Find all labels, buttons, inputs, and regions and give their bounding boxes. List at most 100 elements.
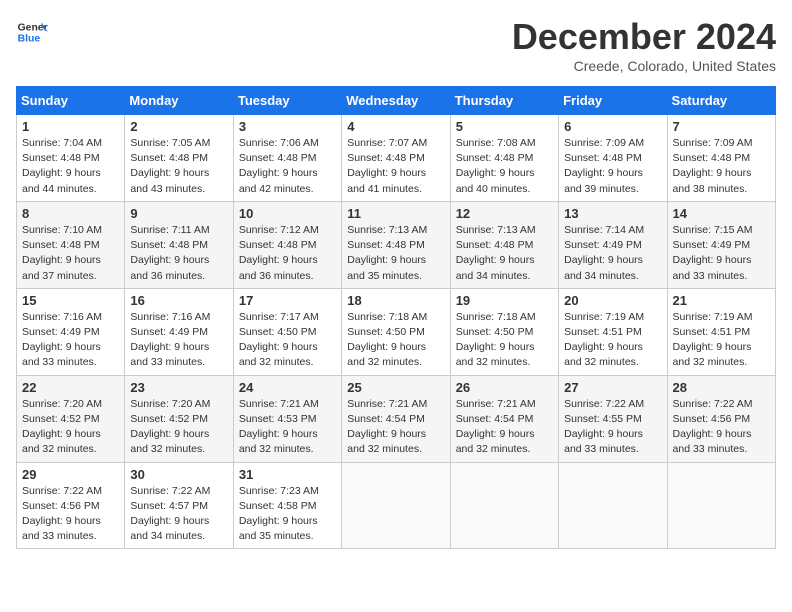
col-header-friday: Friday xyxy=(559,87,667,115)
calendar-cell: 15 Sunrise: 7:16 AMSunset: 4:49 PMDaylig… xyxy=(17,288,125,375)
calendar-cell: 8 Sunrise: 7:10 AMSunset: 4:48 PMDayligh… xyxy=(17,201,125,288)
calendar-cell: 7 Sunrise: 7:09 AMSunset: 4:48 PMDayligh… xyxy=(667,115,775,202)
calendar-cell: 14 Sunrise: 7:15 AMSunset: 4:49 PMDaylig… xyxy=(667,201,775,288)
cell-info: Sunrise: 7:22 AMSunset: 4:56 PMDaylight:… xyxy=(22,485,102,543)
day-number: 6 xyxy=(564,119,661,134)
day-number: 2 xyxy=(130,119,227,134)
calendar-cell: 28 Sunrise: 7:22 AMSunset: 4:56 PMDaylig… xyxy=(667,375,775,462)
col-header-saturday: Saturday xyxy=(667,87,775,115)
logo: General Blue xyxy=(16,16,48,48)
day-number: 14 xyxy=(673,206,770,221)
calendar-cell xyxy=(450,462,558,549)
cell-info: Sunrise: 7:21 AMSunset: 4:53 PMDaylight:… xyxy=(239,398,319,456)
day-number: 5 xyxy=(456,119,553,134)
week-row-4: 22 Sunrise: 7:20 AMSunset: 4:52 PMDaylig… xyxy=(17,375,776,462)
calendar-cell: 12 Sunrise: 7:13 AMSunset: 4:48 PMDaylig… xyxy=(450,201,558,288)
calendar-cell: 9 Sunrise: 7:11 AMSunset: 4:48 PMDayligh… xyxy=(125,201,233,288)
calendar-cell: 10 Sunrise: 7:12 AMSunset: 4:48 PMDaylig… xyxy=(233,201,341,288)
day-number: 13 xyxy=(564,206,661,221)
calendar-cell: 19 Sunrise: 7:18 AMSunset: 4:50 PMDaylig… xyxy=(450,288,558,375)
cell-info: Sunrise: 7:04 AMSunset: 4:48 PMDaylight:… xyxy=(22,137,102,195)
day-number: 28 xyxy=(673,380,770,395)
day-number: 16 xyxy=(130,293,227,308)
calendar-cell: 30 Sunrise: 7:22 AMSunset: 4:57 PMDaylig… xyxy=(125,462,233,549)
calendar-header-row: SundayMondayTuesdayWednesdayThursdayFrid… xyxy=(17,87,776,115)
cell-info: Sunrise: 7:21 AMSunset: 4:54 PMDaylight:… xyxy=(456,398,536,456)
calendar-cell: 1 Sunrise: 7:04 AMSunset: 4:48 PMDayligh… xyxy=(17,115,125,202)
cell-info: Sunrise: 7:14 AMSunset: 4:49 PMDaylight:… xyxy=(564,224,644,282)
col-header-sunday: Sunday xyxy=(17,87,125,115)
cell-info: Sunrise: 7:16 AMSunset: 4:49 PMDaylight:… xyxy=(130,311,210,369)
col-header-monday: Monday xyxy=(125,87,233,115)
day-number: 27 xyxy=(564,380,661,395)
calendar-cell: 11 Sunrise: 7:13 AMSunset: 4:48 PMDaylig… xyxy=(342,201,450,288)
calendar-cell: 26 Sunrise: 7:21 AMSunset: 4:54 PMDaylig… xyxy=(450,375,558,462)
day-number: 26 xyxy=(456,380,553,395)
cell-info: Sunrise: 7:20 AMSunset: 4:52 PMDaylight:… xyxy=(22,398,102,456)
cell-info: Sunrise: 7:18 AMSunset: 4:50 PMDaylight:… xyxy=(347,311,427,369)
day-number: 17 xyxy=(239,293,336,308)
day-number: 7 xyxy=(673,119,770,134)
cell-info: Sunrise: 7:11 AMSunset: 4:48 PMDaylight:… xyxy=(130,224,209,282)
calendar-cell: 22 Sunrise: 7:20 AMSunset: 4:52 PMDaylig… xyxy=(17,375,125,462)
day-number: 18 xyxy=(347,293,444,308)
week-row-5: 29 Sunrise: 7:22 AMSunset: 4:56 PMDaylig… xyxy=(17,462,776,549)
svg-text:Blue: Blue xyxy=(18,34,41,45)
day-number: 11 xyxy=(347,206,444,221)
cell-info: Sunrise: 7:10 AMSunset: 4:48 PMDaylight:… xyxy=(22,224,102,282)
week-row-1: 1 Sunrise: 7:04 AMSunset: 4:48 PMDayligh… xyxy=(17,115,776,202)
week-row-3: 15 Sunrise: 7:16 AMSunset: 4:49 PMDaylig… xyxy=(17,288,776,375)
calendar-cell: 6 Sunrise: 7:09 AMSunset: 4:48 PMDayligh… xyxy=(559,115,667,202)
cell-info: Sunrise: 7:13 AMSunset: 4:48 PMDaylight:… xyxy=(456,224,536,282)
calendar-cell: 25 Sunrise: 7:21 AMSunset: 4:54 PMDaylig… xyxy=(342,375,450,462)
calendar-cell: 16 Sunrise: 7:16 AMSunset: 4:49 PMDaylig… xyxy=(125,288,233,375)
calendar-cell: 17 Sunrise: 7:17 AMSunset: 4:50 PMDaylig… xyxy=(233,288,341,375)
logo-icon: General Blue xyxy=(16,16,48,48)
day-number: 31 xyxy=(239,467,336,482)
cell-info: Sunrise: 7:18 AMSunset: 4:50 PMDaylight:… xyxy=(456,311,536,369)
cell-info: Sunrise: 7:08 AMSunset: 4:48 PMDaylight:… xyxy=(456,137,536,195)
calendar-cell: 29 Sunrise: 7:22 AMSunset: 4:56 PMDaylig… xyxy=(17,462,125,549)
month-title: December 2024 xyxy=(512,16,776,58)
cell-info: Sunrise: 7:19 AMSunset: 4:51 PMDaylight:… xyxy=(564,311,644,369)
day-number: 10 xyxy=(239,206,336,221)
calendar-table: SundayMondayTuesdayWednesdayThursdayFrid… xyxy=(16,86,776,549)
cell-info: Sunrise: 7:13 AMSunset: 4:48 PMDaylight:… xyxy=(347,224,427,282)
calendar-cell: 18 Sunrise: 7:18 AMSunset: 4:50 PMDaylig… xyxy=(342,288,450,375)
day-number: 30 xyxy=(130,467,227,482)
cell-info: Sunrise: 7:07 AMSunset: 4:48 PMDaylight:… xyxy=(347,137,427,195)
day-number: 21 xyxy=(673,293,770,308)
calendar-cell: 24 Sunrise: 7:21 AMSunset: 4:53 PMDaylig… xyxy=(233,375,341,462)
calendar-cell: 5 Sunrise: 7:08 AMSunset: 4:48 PMDayligh… xyxy=(450,115,558,202)
cell-info: Sunrise: 7:20 AMSunset: 4:52 PMDaylight:… xyxy=(130,398,210,456)
day-number: 22 xyxy=(22,380,119,395)
cell-info: Sunrise: 7:22 AMSunset: 4:56 PMDaylight:… xyxy=(673,398,753,456)
calendar-cell: 13 Sunrise: 7:14 AMSunset: 4:49 PMDaylig… xyxy=(559,201,667,288)
day-number: 19 xyxy=(456,293,553,308)
cell-info: Sunrise: 7:06 AMSunset: 4:48 PMDaylight:… xyxy=(239,137,319,195)
day-number: 25 xyxy=(347,380,444,395)
calendar-cell xyxy=(559,462,667,549)
location: Creede, Colorado, United States xyxy=(512,58,776,74)
cell-info: Sunrise: 7:16 AMSunset: 4:49 PMDaylight:… xyxy=(22,311,102,369)
calendar-cell xyxy=(342,462,450,549)
day-number: 12 xyxy=(456,206,553,221)
cell-info: Sunrise: 7:05 AMSunset: 4:48 PMDaylight:… xyxy=(130,137,210,195)
calendar-cell: 21 Sunrise: 7:19 AMSunset: 4:51 PMDaylig… xyxy=(667,288,775,375)
col-header-tuesday: Tuesday xyxy=(233,87,341,115)
cell-info: Sunrise: 7:12 AMSunset: 4:48 PMDaylight:… xyxy=(239,224,319,282)
cell-info: Sunrise: 7:22 AMSunset: 4:55 PMDaylight:… xyxy=(564,398,644,456)
day-number: 24 xyxy=(239,380,336,395)
calendar-cell: 2 Sunrise: 7:05 AMSunset: 4:48 PMDayligh… xyxy=(125,115,233,202)
cell-info: Sunrise: 7:21 AMSunset: 4:54 PMDaylight:… xyxy=(347,398,427,456)
cell-info: Sunrise: 7:15 AMSunset: 4:49 PMDaylight:… xyxy=(673,224,753,282)
week-row-2: 8 Sunrise: 7:10 AMSunset: 4:48 PMDayligh… xyxy=(17,201,776,288)
calendar-cell: 27 Sunrise: 7:22 AMSunset: 4:55 PMDaylig… xyxy=(559,375,667,462)
page-header: General Blue December 2024 Creede, Color… xyxy=(16,16,776,74)
day-number: 1 xyxy=(22,119,119,134)
col-header-thursday: Thursday xyxy=(450,87,558,115)
day-number: 23 xyxy=(130,380,227,395)
calendar-cell: 3 Sunrise: 7:06 AMSunset: 4:48 PMDayligh… xyxy=(233,115,341,202)
day-number: 4 xyxy=(347,119,444,134)
calendar-cell: 23 Sunrise: 7:20 AMSunset: 4:52 PMDaylig… xyxy=(125,375,233,462)
